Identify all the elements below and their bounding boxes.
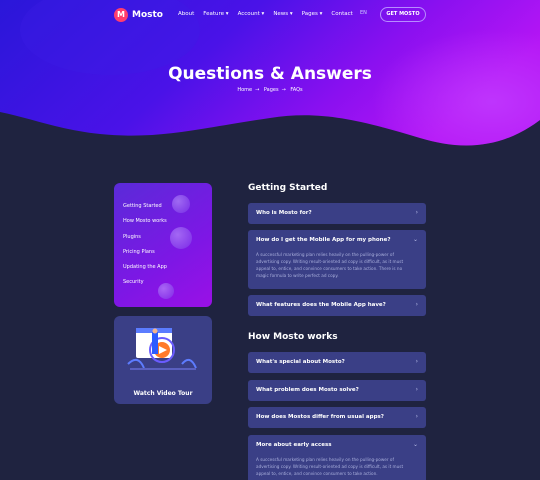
video-tour-card[interactable]: Watch Video Tour [114,316,212,404]
section-title-how-mosto-works: How Mosto works [248,332,338,342]
decor-bubble [172,195,190,213]
nav-item-feature[interactable]: Feature ▾ [203,11,228,17]
chevron-down-icon: ⌄ [412,236,418,243]
faq-question: What features does the Mobile App have? [256,302,386,308]
faq-item-expanded[interactable]: More about early access ⌄ A successful m… [248,435,426,480]
faq-question: Who is Mosto for? [256,210,312,216]
faq-item[interactable]: What's special about Mosto? › [248,352,426,373]
breadcrumb-current: FAQs [290,87,303,93]
nav-item-contact[interactable]: Contact [331,11,352,17]
sidebar-item-updating-the-app[interactable]: Updating the App [123,264,167,279]
faq-item[interactable]: What problem does Mosto solve? › [248,380,426,401]
sidebar-item-security[interactable]: Security [123,279,167,294]
breadcrumb-home[interactable]: Home [237,87,252,93]
get-mosto-button[interactable]: GET MOSTO [380,7,426,22]
nav-item-pages[interactable]: Pages ▾ [302,11,323,17]
faq-category-nav: Getting Started How Mosto works Plugins … [114,183,212,307]
faq-question: What's special about Mosto? [256,359,345,365]
faq-question: How does Mostos differ from usual apps? [256,414,384,420]
chevron-right-icon: › [415,413,418,420]
faq-question: What problem does Mosto solve? [256,387,359,393]
sidebar-item-getting-started[interactable]: Getting Started [123,203,167,218]
video-illustration [127,328,197,370]
page-title: Questions & Answers [168,64,372,84]
main-menu: About Feature ▾ Account ▾ News ▾ Pages ▾… [178,11,362,17]
nav-item-about[interactable]: About [178,11,194,17]
faq-question: More about early access [256,442,332,448]
top-nav: Mosto About Feature ▾ Account ▾ News ▾ P… [0,7,540,25]
faq-answer: A successful marketing plan relies heavi… [256,457,404,476]
faq-item-expanded[interactable]: How do I get the Mobile App for my phone… [248,230,426,289]
video-tour-label: Watch Video Tour [133,390,193,397]
logo-icon [114,8,128,22]
sidebar-item-how-mosto-works[interactable]: How Mosto works [123,218,167,233]
logo[interactable]: Mosto [114,8,163,22]
hero-banner: Mosto About Feature ▾ Account ▾ News ▾ P… [0,0,540,160]
logo-text: Mosto [132,10,163,20]
chevron-right-icon: › [415,301,418,308]
nav-item-news[interactable]: News ▾ [273,11,292,17]
faq-answer: A successful marketing plan relies heavi… [256,252,404,278]
faq-item[interactable]: How does Mostos differ from usual apps? … [248,407,426,428]
chevron-right-icon: › [415,358,418,365]
breadcrumb-pages[interactable]: Pages [264,87,279,93]
language-selector[interactable]: EN [360,10,367,16]
chevron-right-icon: › [415,386,418,393]
breadcrumb: Home → Pages → FAQs [237,87,303,93]
decor-bubble [170,227,192,249]
chevron-down-icon: ⌄ [412,441,418,448]
chevron-right-icon: › [415,209,418,216]
nav-item-account[interactable]: Account ▾ [238,11,265,17]
section-title-getting-started: Getting Started [248,183,328,193]
sidebar-item-plugins[interactable]: Plugins [123,234,167,249]
faq-item[interactable]: Who is Mosto for? › [248,203,426,224]
faq-item[interactable]: What features does the Mobile App have? … [248,295,426,316]
sidebar-item-pricing-plans[interactable]: Pricing Plans [123,249,167,264]
faq-question: How do I get the Mobile App for my phone… [256,237,391,243]
